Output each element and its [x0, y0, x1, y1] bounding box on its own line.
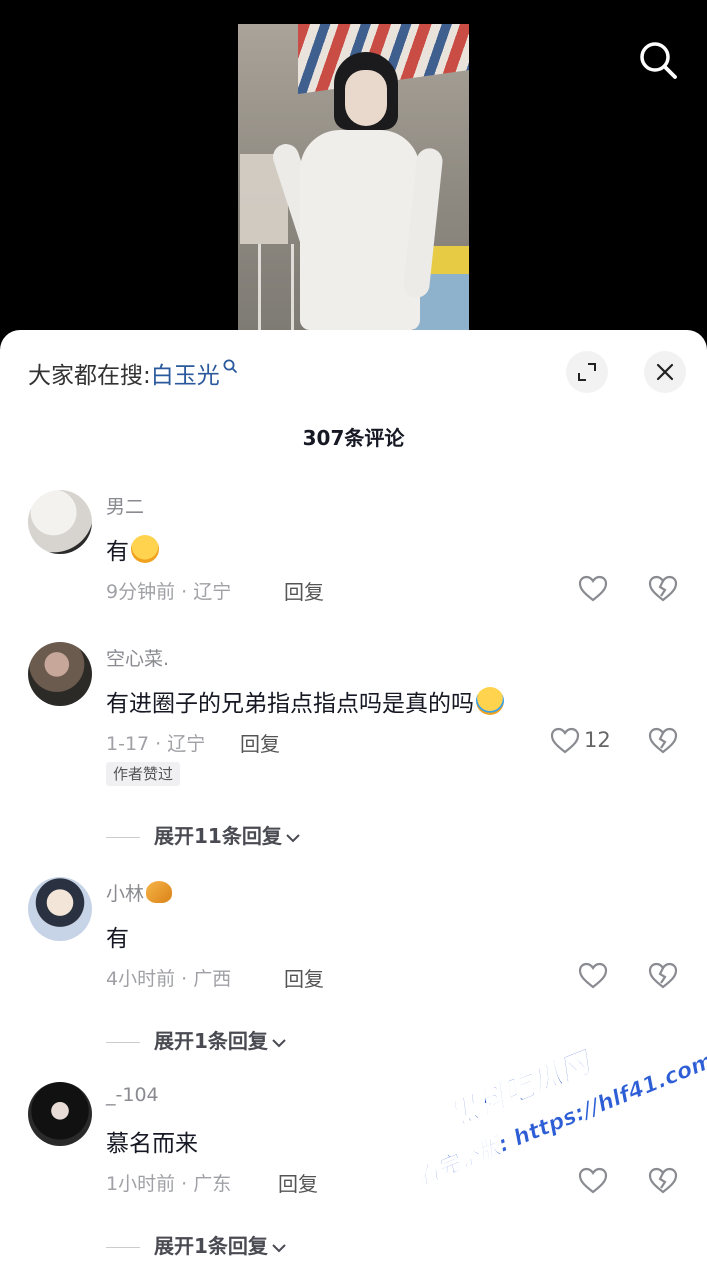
expand-replies-label: 展开1条回复	[154, 1029, 268, 1053]
divider-line	[106, 837, 140, 838]
hot-search-prefix: 大家都在搜:	[28, 363, 151, 389]
comment-text-body: 有进圈子的兄弟指点指点吗是真的吗	[106, 691, 474, 717]
figure-body	[300, 130, 420, 330]
avatar[interactable]	[28, 877, 92, 941]
close-icon	[656, 363, 674, 381]
expand-replies-label: 展开1条回复	[154, 1234, 268, 1258]
video-thumbnail[interactable]	[238, 24, 469, 340]
video-player[interactable]	[0, 0, 707, 340]
comment-meta: 4小时前 · 广西	[106, 968, 232, 990]
hot-search-term[interactable]: 白玉光	[151, 363, 220, 389]
comments-header: 大家都在搜:白玉光	[0, 330, 707, 420]
expand-replies-button[interactable]: 展开11条回复	[106, 820, 302, 849]
comment-text: 有进圈子的兄弟指点指点吗是真的吗	[106, 684, 504, 718]
broken-heart-icon[interactable]	[648, 961, 678, 991]
hot-search: 大家都在搜:白玉光	[28, 356, 240, 390]
reply-button[interactable]: 回复	[284, 963, 324, 992]
comment-meta: 1小时前 · 广东	[106, 1173, 232, 1195]
avatar[interactable]	[28, 642, 92, 706]
like-count: 12	[584, 728, 611, 752]
chevron-down-icon	[286, 833, 300, 842]
broken-heart-icon[interactable]	[648, 574, 678, 604]
reply-button[interactable]: 回复	[278, 1168, 318, 1197]
comment-username[interactable]: _-104	[106, 1084, 159, 1106]
comment-username[interactable]: 男二	[106, 492, 144, 519]
divider-line	[106, 1247, 140, 1248]
avatar[interactable]	[28, 1082, 92, 1146]
close-button[interactable]	[644, 351, 686, 393]
author-liked-badge: 作者赞过	[106, 762, 181, 786]
expand-replies-label: 展开11条回复	[154, 824, 282, 848]
expand-replies-button[interactable]: 展开1条回复	[106, 1230, 288, 1259]
heart-icon[interactable]	[578, 961, 608, 991]
comment-username[interactable]: 空心菜.	[106, 644, 169, 671]
croissant-emoji	[146, 881, 173, 903]
chevron-down-icon	[272, 1038, 286, 1047]
comment-item: _-104 慕名而来 1小时前 · 广东 回复 展开1条回复	[0, 1080, 707, 1270]
comment-meta: 9分钟前 · 辽宁	[106, 581, 232, 603]
chevron-down-icon	[272, 1243, 286, 1252]
figure-face	[345, 70, 387, 126]
comment-username[interactable]: 小林	[106, 879, 173, 906]
comment-meta: 1-17 · 辽宁	[106, 733, 206, 755]
expand-button[interactable]	[566, 351, 608, 393]
broken-heart-icon[interactable]	[648, 1166, 678, 1196]
comment-item: 空心菜. 有进圈子的兄弟指点指点吗是真的吗 1-17 · 辽宁 回复 12 作者…	[0, 640, 707, 860]
fullscreen-icon	[578, 363, 596, 381]
comment-text-body: 有	[106, 539, 129, 565]
heart-icon[interactable]	[550, 726, 580, 756]
stand	[258, 244, 294, 340]
avatar[interactable]	[28, 490, 92, 554]
comments-count: 307条评论	[302, 426, 405, 450]
heart-icon[interactable]	[578, 574, 608, 604]
broken-heart-icon[interactable]	[648, 726, 678, 756]
drooling-face-emoji	[131, 535, 159, 563]
reply-button[interactable]: 回复	[240, 728, 280, 757]
search-icon	[223, 359, 237, 373]
comments-sheet: 大家都在搜:白玉光 307条评论 男二 有 9分钟前 · 辽宁 回复 空心菜. …	[0, 330, 707, 1280]
comment-text: 慕名而来	[106, 1131, 198, 1157]
divider-line	[106, 1042, 140, 1043]
comment-text: 有	[106, 926, 129, 952]
heart-icon[interactable]	[578, 1166, 608, 1196]
comment-item: 小林 有 4小时前 · 广西 回复 展开1条回复	[0, 875, 707, 1055]
comment-username-text: 小林	[106, 883, 145, 905]
comment-text: 有	[106, 532, 159, 566]
comment-item: 男二 有 9分钟前 · 辽宁 回复	[0, 488, 707, 618]
expand-replies-button[interactable]: 展开1条回复	[106, 1025, 288, 1054]
search-icon	[640, 42, 677, 79]
reply-button[interactable]: 回复	[284, 576, 324, 605]
search-button[interactable]	[636, 38, 680, 82]
crying-face-emoji	[476, 687, 504, 715]
